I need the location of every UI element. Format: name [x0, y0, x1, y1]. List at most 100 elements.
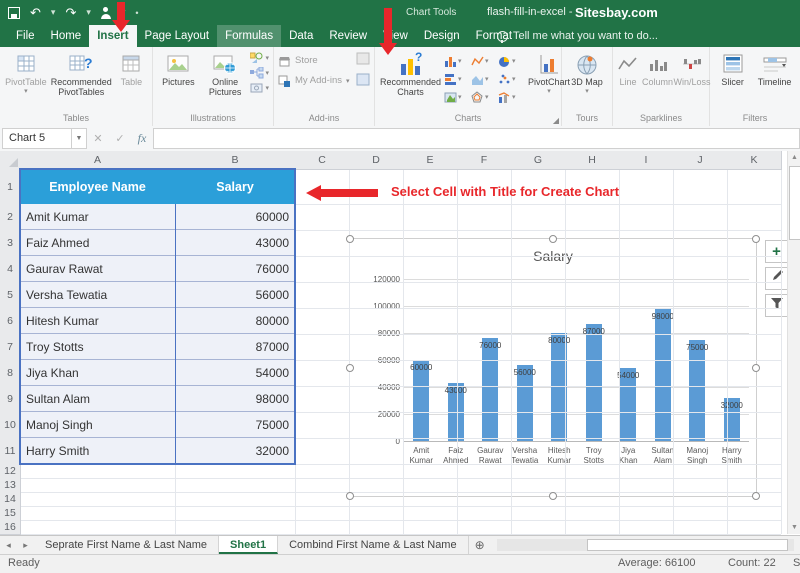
new-sheet-icon[interactable]: ⊕ [469, 536, 491, 554]
row-header-14[interactable]: 14 [0, 492, 21, 507]
employee-name-cell[interactable]: Jiya Khan [20, 360, 175, 386]
user-icon[interactable] [101, 7, 111, 19]
employee-name-cell[interactable]: Troy Stotts [20, 334, 175, 360]
chart-bar[interactable] [655, 309, 671, 441]
row-header-3[interactable]: 3 [0, 230, 21, 257]
employee-name-cell[interactable]: Versha Tewatia [20, 282, 175, 308]
chart-selection-handle[interactable] [346, 235, 354, 243]
online-pictures-button[interactable]: Online Pictures [201, 50, 250, 98]
tab-data[interactable]: Data [281, 25, 321, 47]
row-header-5[interactable]: 5 [0, 282, 21, 309]
row-header-8[interactable]: 8 [0, 360, 21, 387]
insert-column-chart-icon[interactable]: ▾ [444, 52, 471, 70]
vertical-scrollbar[interactable]: ▲ ▼ [787, 151, 800, 534]
insert-area-chart-icon[interactable]: ▾ [471, 70, 498, 88]
column-header-d[interactable]: D [349, 151, 404, 170]
row-header-13[interactable]: 13 [0, 478, 21, 493]
recommended-charts-button[interactable]: ? Recommended Charts [378, 50, 443, 98]
column-header-g[interactable]: G [511, 151, 566, 170]
horizontal-scroll-thumb[interactable] [587, 539, 788, 551]
row-header-10[interactable]: 10 [0, 412, 21, 439]
slicer-button[interactable]: Slicer [713, 50, 752, 88]
chart-elements-button[interactable]: + [765, 240, 788, 263]
enter-icon[interactable]: ✓ [109, 132, 131, 145]
employee-name-cell[interactable]: Hitesh Kumar [20, 308, 175, 334]
chart-bar[interactable] [586, 324, 602, 441]
3d-map-button[interactable]: 3D Map▾ [565, 50, 609, 98]
employee-name-cell[interactable]: Sultan Alam [20, 386, 175, 412]
scroll-down-icon[interactable]: ▼ [788, 521, 800, 534]
column-header-f[interactable]: F [457, 151, 512, 170]
vertical-scroll-thumb[interactable] [789, 166, 800, 240]
row-header-6[interactable]: 6 [0, 308, 21, 335]
insert-function-icon[interactable]: fx [131, 131, 153, 146]
scroll-up-icon[interactable]: ▲ [788, 151, 800, 164]
redo-icon[interactable]: ↷ [65, 0, 76, 25]
tab-home[interactable]: Home [43, 25, 90, 47]
row-header-4[interactable]: 4 [0, 256, 21, 283]
insert-pie-chart-icon[interactable]: ▾ [498, 52, 525, 70]
row-header-9[interactable]: 9 [0, 386, 21, 413]
insert-line-chart-icon[interactable]: ▾ [471, 52, 498, 70]
tab-file[interactable]: File [8, 25, 43, 47]
column-header-j[interactable]: J [673, 151, 728, 170]
screenshot-icon[interactable]: ▾ [250, 82, 269, 94]
salary-cell[interactable]: 80000 [175, 308, 295, 334]
employee-name-cell[interactable]: Manoj Singh [20, 412, 175, 438]
sparkline-column-button[interactable]: Column [640, 50, 675, 88]
sheet-nav-right-icon[interactable]: ▸ [17, 536, 34, 554]
cancel-icon[interactable]: ✕ [87, 132, 109, 145]
insert-map-chart-icon[interactable]: ▾ [444, 88, 471, 106]
sheet-tab-seprate-first-name-last-name[interactable]: Seprate First Name & Last Name [34, 536, 219, 554]
sheet-tab-sheet1[interactable]: Sheet1 [219, 536, 278, 554]
chart-bar[interactable] [689, 340, 705, 441]
chart-styles-button[interactable] [765, 267, 788, 290]
employee-name-cell[interactable]: Amit Kumar [20, 204, 175, 230]
salary-cell[interactable]: 60000 [175, 204, 295, 230]
qat-customize-icon[interactable]: • [135, 8, 138, 18]
tell-me-box[interactable]: Tell me what you want to do... [497, 25, 658, 47]
chart-selection-handle[interactable] [346, 364, 354, 372]
chart-selection-handle[interactable] [752, 492, 760, 500]
column-header-k[interactable]: K [727, 151, 782, 170]
insert-bar-chart-icon[interactable]: ▾ [444, 70, 471, 88]
table-header-salary[interactable]: Salary [175, 169, 295, 204]
addin-extra2-icon[interactable] [356, 73, 370, 91]
row-header-2[interactable]: 2 [0, 204, 21, 231]
chart-selection-handle[interactable] [752, 364, 760, 372]
recommended-pivottables-button[interactable]: ? Recommended PivotTables [49, 50, 114, 98]
chart-selection-handle[interactable] [549, 492, 557, 500]
salary-cell[interactable]: 76000 [175, 256, 295, 282]
chart-bar[interactable] [413, 360, 429, 441]
tab-review[interactable]: Review [321, 25, 375, 47]
salary-cell[interactable]: 56000 [175, 282, 295, 308]
worksheet[interactable]: Select Cell with Title for Create Chart … [0, 151, 800, 535]
my-addins-button[interactable]: My Add-ins▾ [278, 72, 354, 89]
row-header-15[interactable]: 15 [0, 506, 21, 521]
table-header-employee-name[interactable]: Employee Name [20, 169, 175, 204]
name-box-dropdown-icon[interactable]: ▼ [72, 128, 87, 149]
charts-dialog-launcher-icon[interactable]: ◢ [553, 116, 559, 125]
column-header-e[interactable]: E [403, 151, 458, 170]
insert-radar-chart-icon[interactable]: ▾ [471, 88, 498, 106]
insert-scatter-chart-icon[interactable]: ▾ [498, 70, 525, 88]
pivottable-button[interactable]: PivotTable▾ [3, 50, 49, 98]
addin-extra-icon[interactable] [356, 52, 370, 70]
row-header-12[interactable]: 12 [0, 464, 21, 479]
chart-selection-handle[interactable] [549, 235, 557, 243]
chart-bar[interactable] [482, 338, 498, 441]
select-all-corner[interactable] [0, 151, 21, 170]
employee-name-cell[interactable]: Harry Smith [20, 438, 175, 464]
column-header-b[interactable]: B [175, 151, 296, 170]
pictures-button[interactable]: Pictures [156, 50, 201, 88]
column-header-a[interactable]: A [20, 151, 176, 170]
tab-design[interactable]: Design [416, 25, 468, 47]
formula-input[interactable] [153, 128, 800, 149]
smartart-icon[interactable]: ▾ [250, 67, 269, 79]
column-header-c[interactable]: C [295, 151, 350, 170]
sparkline-winloss-button[interactable]: Win/Loss [675, 50, 709, 88]
horizontal-scrollbar[interactable] [497, 539, 794, 551]
employee-name-cell[interactable]: Faiz Ahmed [20, 230, 175, 256]
shapes-icon[interactable]: ▾ [250, 52, 269, 64]
row-header-1[interactable]: 1 [0, 169, 21, 205]
